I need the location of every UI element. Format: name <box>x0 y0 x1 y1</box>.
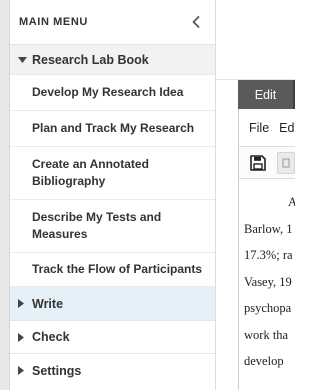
editor-tab-bar: Edit <box>238 80 295 109</box>
toolbar-button[interactable] <box>277 151 295 174</box>
editor-line: Barlow, 1 <box>244 221 293 236</box>
section-label: Research Lab Book <box>32 52 149 67</box>
section-label: Write <box>32 296 64 311</box>
main-menu-title: MAIN MENU <box>19 16 88 28</box>
caret-right-icon <box>18 299 30 308</box>
sidebar-item-label: Plan and Track My Research <box>32 121 195 135</box>
caret-right-icon <box>18 332 30 342</box>
editor-toolbar <box>239 147 295 179</box>
section-label: Settings <box>32 363 82 378</box>
sidebar-item-develop-research-idea[interactable]: Develop My Research Idea <box>10 75 215 111</box>
editor-body[interactable]: A Barlow, 1 17.3%; ra Vasey, 19 psychopa… <box>239 179 295 375</box>
sidebar-item-label: Track the Flow of Participants <box>32 262 203 276</box>
sidebar-item-label: Create an Annotated Bibliography <box>32 157 149 188</box>
editor-line: psychopa <box>244 301 292 315</box>
caret-down-icon <box>18 56 30 63</box>
editor-line: Vasey, 19 <box>244 274 292 289</box>
editor-line: 17.3%; ra <box>244 248 293 262</box>
main-menu-sidebar: MAIN MENU Research Lab Book Develop My R… <box>10 0 216 390</box>
research-lab-book-items: Develop My Research Idea Plan and Track … <box>10 75 215 287</box>
editor-line: A <box>288 195 295 209</box>
rich-text-editor: File Ed A Barlow, 1 17.3%; ra Vasey, 19 … <box>238 109 295 390</box>
menu-edit[interactable]: Ed <box>279 121 294 135</box>
sidebar-item-label: Develop My Research Idea <box>32 85 184 99</box>
editor-line: work tha <box>244 327 289 342</box>
section-settings[interactable]: Settings <box>10 354 215 387</box>
chevron-left-icon[interactable] <box>189 15 203 29</box>
editor-line: develop <box>244 354 284 368</box>
section-write[interactable]: Write <box>10 287 215 321</box>
sidebar-item-label: Describe My Tests and Measures <box>32 210 162 241</box>
editor-content-area: Edit File Ed A Barlow, 1 17.3%; ra Vasey… <box>216 0 295 390</box>
content-header-blank <box>216 0 295 80</box>
sidebar-item-tests-measures[interactable]: Describe My Tests and Measures <box>10 200 215 253</box>
sidebar-item-plan-track-research[interactable]: Plan and Track My Research <box>10 111 215 147</box>
tab-edit[interactable]: Edit <box>238 80 293 109</box>
main-menu-header: MAIN MENU <box>10 0 215 45</box>
section-check[interactable]: Check <box>10 321 215 354</box>
sidebar-item-flow-of-participants[interactable]: Track the Flow of Participants <box>10 253 215 287</box>
section-research-lab-book[interactable]: Research Lab Book <box>10 45 215 75</box>
caret-right-icon <box>18 366 30 375</box>
menu-file[interactable]: File <box>249 121 269 135</box>
left-strip <box>0 0 10 390</box>
sidebar-item-annotated-bibliography[interactable]: Create an Annotated Bibliography <box>10 147 215 200</box>
editor-menubar: File Ed <box>239 109 295 147</box>
save-icon[interactable] <box>247 152 269 174</box>
section-label: Check <box>32 330 70 344</box>
